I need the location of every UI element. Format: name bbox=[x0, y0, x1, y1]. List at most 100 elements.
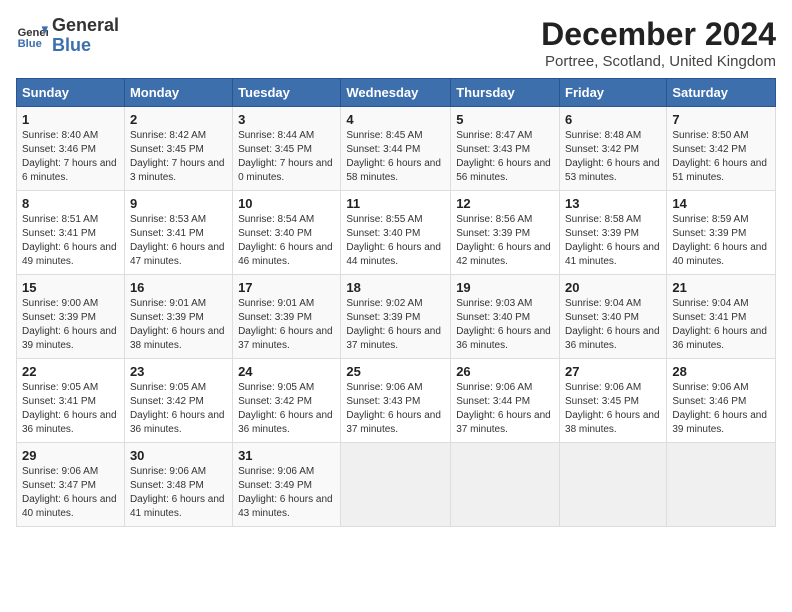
calendar-cell: 22 Sunrise: 9:05 AM Sunset: 3:41 PM Dayli… bbox=[17, 359, 125, 443]
calendar: SundayMondayTuesdayWednesdayThursdayFrid… bbox=[16, 78, 776, 527]
calendar-cell: 13 Sunrise: 8:58 AM Sunset: 3:39 PM Dayli… bbox=[560, 191, 667, 275]
day-number: 24 bbox=[238, 364, 335, 379]
calendar-cell: 10Sunrise: 8:54 AM Sunset: 3:40 PM Dayli… bbox=[233, 191, 341, 275]
day-info: Sunrise: 9:01 AM Sunset: 3:39 PM Dayligh… bbox=[130, 297, 227, 353]
subtitle: Portree, Scotland, United Kingdom bbox=[541, 53, 776, 70]
calendar-cell bbox=[560, 443, 667, 527]
day-info: Sunrise: 9:04 AM Sunset: 3:40 PM Dayligh… bbox=[565, 297, 661, 353]
title-area: December 2024 Portree, Scotland, United … bbox=[541, 16, 776, 70]
calendar-header-row: SundayMondayTuesdayWednesdayThursdayFrid… bbox=[17, 79, 776, 107]
calendar-cell: 5Sunrise: 8:47 AM Sunset: 3:43 PM Daylig… bbox=[451, 107, 560, 191]
day-info: Sunrise: 8:51 AM Sunset: 3:41 PM Dayligh… bbox=[22, 213, 119, 269]
column-header-sunday: Sunday bbox=[17, 79, 125, 107]
calendar-cell: 15 Sunrise: 9:00 AM Sunset: 3:39 PM Dayli… bbox=[17, 275, 125, 359]
day-info: Sunrise: 9:06 AM Sunset: 3:43 PM Dayligh… bbox=[346, 381, 445, 437]
day-info: Sunrise: 9:06 AM Sunset: 3:45 PM Dayligh… bbox=[565, 381, 661, 437]
calendar-cell: 28 Sunrise: 9:06 AM Sunset: 3:46 PM Dayli… bbox=[667, 359, 776, 443]
column-header-monday: Monday bbox=[124, 79, 232, 107]
calendar-cell: 29Sunrise: 9:06 AM Sunset: 3:47 PM Dayli… bbox=[17, 443, 125, 527]
day-info: Sunrise: 9:02 AM Sunset: 3:39 PM Dayligh… bbox=[346, 297, 445, 353]
day-number: 15 bbox=[22, 280, 119, 295]
calendar-cell: 1Sunrise: 8:40 AM Sunset: 3:46 PM Daylig… bbox=[17, 107, 125, 191]
calendar-cell: 23 Sunrise: 9:05 AM Sunset: 3:42 PM Dayli… bbox=[124, 359, 232, 443]
calendar-cell: 18 Sunrise: 9:02 AM Sunset: 3:39 PM Dayli… bbox=[341, 275, 451, 359]
day-info: Sunrise: 8:59 AM Sunset: 3:39 PM Dayligh… bbox=[672, 213, 770, 269]
logo-text: General Blue bbox=[52, 16, 119, 56]
day-number: 19 bbox=[456, 280, 554, 295]
column-header-friday: Friday bbox=[560, 79, 667, 107]
day-number: 6 bbox=[565, 112, 661, 127]
day-info: Sunrise: 9:06 AM Sunset: 3:47 PM Dayligh… bbox=[22, 465, 119, 521]
calendar-cell: 21Sunrise: 9:04 AM Sunset: 3:41 PM Dayli… bbox=[667, 275, 776, 359]
header: General Blue General Blue December 2024 … bbox=[16, 16, 776, 70]
calendar-cell: 14Sunrise: 8:59 AM Sunset: 3:39 PM Dayli… bbox=[667, 191, 776, 275]
day-info: Sunrise: 9:05 AM Sunset: 3:41 PM Dayligh… bbox=[22, 381, 119, 437]
day-number: 30 bbox=[130, 448, 227, 463]
calendar-cell: 12 Sunrise: 8:56 AM Sunset: 3:39 PM Dayli… bbox=[451, 191, 560, 275]
day-number: 26 bbox=[456, 364, 554, 379]
calendar-cell: 17Sunrise: 9:01 AM Sunset: 3:39 PM Dayli… bbox=[233, 275, 341, 359]
day-info: Sunrise: 8:44 AM Sunset: 3:45 PM Dayligh… bbox=[238, 129, 335, 185]
column-header-tuesday: Tuesday bbox=[233, 79, 341, 107]
logo-icon: General Blue bbox=[16, 20, 48, 52]
day-info: Sunrise: 9:05 AM Sunset: 3:42 PM Dayligh… bbox=[130, 381, 227, 437]
calendar-cell: 7 Sunrise: 8:50 AM Sunset: 3:42 PM Daylig… bbox=[667, 107, 776, 191]
day-info: Sunrise: 9:06 AM Sunset: 3:46 PM Dayligh… bbox=[672, 381, 770, 437]
svg-text:Blue: Blue bbox=[18, 38, 42, 50]
day-number: 16 bbox=[130, 280, 227, 295]
calendar-cell: 31Sunrise: 9:06 AM Sunset: 3:49 PM Dayli… bbox=[233, 443, 341, 527]
calendar-cell: 3 Sunrise: 8:44 AM Sunset: 3:45 PM Daylig… bbox=[233, 107, 341, 191]
day-number: 8 bbox=[22, 196, 119, 211]
calendar-week-row: 1Sunrise: 8:40 AM Sunset: 3:46 PM Daylig… bbox=[17, 107, 776, 191]
calendar-cell: 30 Sunrise: 9:06 AM Sunset: 3:48 PM Dayli… bbox=[124, 443, 232, 527]
day-info: Sunrise: 9:06 AM Sunset: 3:49 PM Dayligh… bbox=[238, 465, 335, 521]
main-title: December 2024 bbox=[541, 16, 776, 53]
calendar-week-row: 22 Sunrise: 9:05 AM Sunset: 3:41 PM Dayli… bbox=[17, 359, 776, 443]
day-info: Sunrise: 8:48 AM Sunset: 3:42 PM Dayligh… bbox=[565, 129, 661, 185]
day-number: 28 bbox=[672, 364, 770, 379]
day-info: Sunrise: 9:01 AM Sunset: 3:39 PM Dayligh… bbox=[238, 297, 335, 353]
day-info: Sunrise: 8:55 AM Sunset: 3:40 PM Dayligh… bbox=[346, 213, 445, 269]
day-info: Sunrise: 8:53 AM Sunset: 3:41 PM Dayligh… bbox=[130, 213, 227, 269]
calendar-cell: 4Sunrise: 8:45 AM Sunset: 3:44 PM Daylig… bbox=[341, 107, 451, 191]
day-info: Sunrise: 9:06 AM Sunset: 3:44 PM Dayligh… bbox=[456, 381, 554, 437]
calendar-cell: 27 Sunrise: 9:06 AM Sunset: 3:45 PM Dayli… bbox=[560, 359, 667, 443]
calendar-cell: 19 Sunrise: 9:03 AM Sunset: 3:40 PM Dayli… bbox=[451, 275, 560, 359]
logo-line2: Blue bbox=[52, 36, 119, 56]
day-number: 11 bbox=[346, 196, 445, 211]
calendar-cell bbox=[667, 443, 776, 527]
day-number: 2 bbox=[130, 112, 227, 127]
day-info: Sunrise: 8:54 AM Sunset: 3:40 PM Dayligh… bbox=[238, 213, 335, 269]
column-header-saturday: Saturday bbox=[667, 79, 776, 107]
day-number: 12 bbox=[456, 196, 554, 211]
day-info: Sunrise: 8:58 AM Sunset: 3:39 PM Dayligh… bbox=[565, 213, 661, 269]
column-header-thursday: Thursday bbox=[451, 79, 560, 107]
calendar-cell: 16 Sunrise: 9:01 AM Sunset: 3:39 PM Dayli… bbox=[124, 275, 232, 359]
calendar-cell: 25Sunrise: 9:06 AM Sunset: 3:43 PM Dayli… bbox=[341, 359, 451, 443]
day-info: Sunrise: 9:03 AM Sunset: 3:40 PM Dayligh… bbox=[456, 297, 554, 353]
day-number: 23 bbox=[130, 364, 227, 379]
calendar-week-row: 15 Sunrise: 9:00 AM Sunset: 3:39 PM Dayli… bbox=[17, 275, 776, 359]
day-number: 1 bbox=[22, 112, 119, 127]
day-info: Sunrise: 9:04 AM Sunset: 3:41 PM Dayligh… bbox=[672, 297, 770, 353]
day-number: 22 bbox=[22, 364, 119, 379]
calendar-cell: 8 Sunrise: 8:51 AM Sunset: 3:41 PM Daylig… bbox=[17, 191, 125, 275]
day-info: Sunrise: 8:42 AM Sunset: 3:45 PM Dayligh… bbox=[130, 129, 227, 185]
calendar-cell bbox=[341, 443, 451, 527]
day-number: 7 bbox=[672, 112, 770, 127]
day-number: 27 bbox=[565, 364, 661, 379]
day-info: Sunrise: 8:56 AM Sunset: 3:39 PM Dayligh… bbox=[456, 213, 554, 269]
day-info: Sunrise: 9:05 AM Sunset: 3:42 PM Dayligh… bbox=[238, 381, 335, 437]
day-info: Sunrise: 8:50 AM Sunset: 3:42 PM Dayligh… bbox=[672, 129, 770, 185]
calendar-cell: 20Sunrise: 9:04 AM Sunset: 3:40 PM Dayli… bbox=[560, 275, 667, 359]
day-number: 13 bbox=[565, 196, 661, 211]
day-info: Sunrise: 9:00 AM Sunset: 3:39 PM Dayligh… bbox=[22, 297, 119, 353]
day-info: Sunrise: 9:06 AM Sunset: 3:48 PM Dayligh… bbox=[130, 465, 227, 521]
logo: General Blue General Blue bbox=[16, 16, 119, 56]
day-number: 18 bbox=[346, 280, 445, 295]
calendar-week-row: 29Sunrise: 9:06 AM Sunset: 3:47 PM Dayli… bbox=[17, 443, 776, 527]
calendar-cell: 2 Sunrise: 8:42 AM Sunset: 3:45 PM Daylig… bbox=[124, 107, 232, 191]
calendar-cell: 11 Sunrise: 8:55 AM Sunset: 3:40 PM Dayli… bbox=[341, 191, 451, 275]
calendar-cell: 26 Sunrise: 9:06 AM Sunset: 3:44 PM Dayli… bbox=[451, 359, 560, 443]
day-number: 3 bbox=[238, 112, 335, 127]
